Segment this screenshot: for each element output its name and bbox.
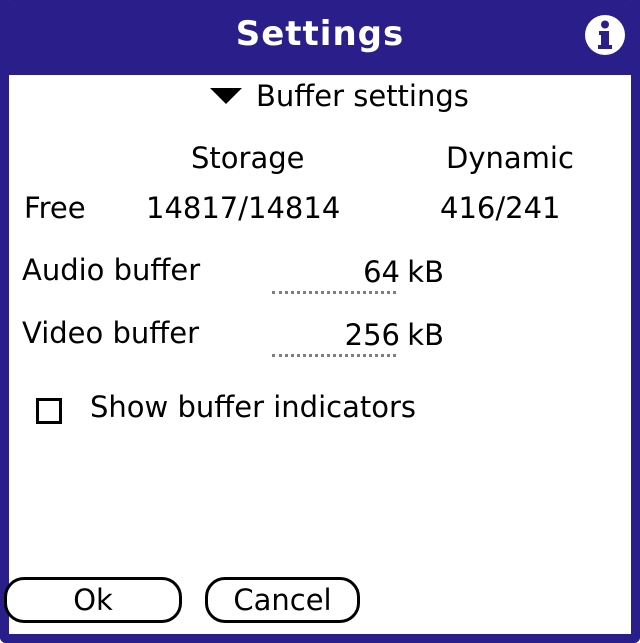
audio-buffer-label: Audio buffer [22, 253, 201, 287]
dialog-title: Settings [235, 14, 405, 54]
audio-buffer-unit: kB [407, 255, 444, 289]
triangle-down-icon [210, 88, 242, 104]
audio-buffer-underline [272, 291, 396, 294]
video-buffer-field[interactable]: 256 kB [272, 313, 444, 361]
dynamic-free-value: 416/241 [440, 191, 561, 225]
video-buffer-underline [272, 354, 396, 357]
info-icon[interactable] [584, 14, 626, 56]
checkbox-icon [36, 398, 62, 424]
storage-column-header: Storage [191, 141, 305, 175]
title-bar: Settings [0, 0, 640, 75]
storage-free-value: 14817/14814 [146, 191, 341, 225]
section-label: Buffer settings [256, 79, 469, 113]
show-buffer-indicators-label: Show buffer indicators [90, 390, 416, 424]
video-buffer-label: Video buffer [22, 316, 200, 350]
cancel-button[interactable]: Cancel [205, 577, 360, 623]
free-row-label: Free [24, 191, 86, 225]
audio-buffer-field[interactable]: 64 kB [272, 250, 444, 298]
video-buffer-unit: kB [407, 318, 444, 352]
ok-button[interactable]: Ok [4, 577, 182, 623]
dynamic-column-header: Dynamic [446, 141, 574, 175]
audio-buffer-value: 64 [363, 255, 400, 289]
video-buffer-value: 256 [344, 318, 400, 352]
